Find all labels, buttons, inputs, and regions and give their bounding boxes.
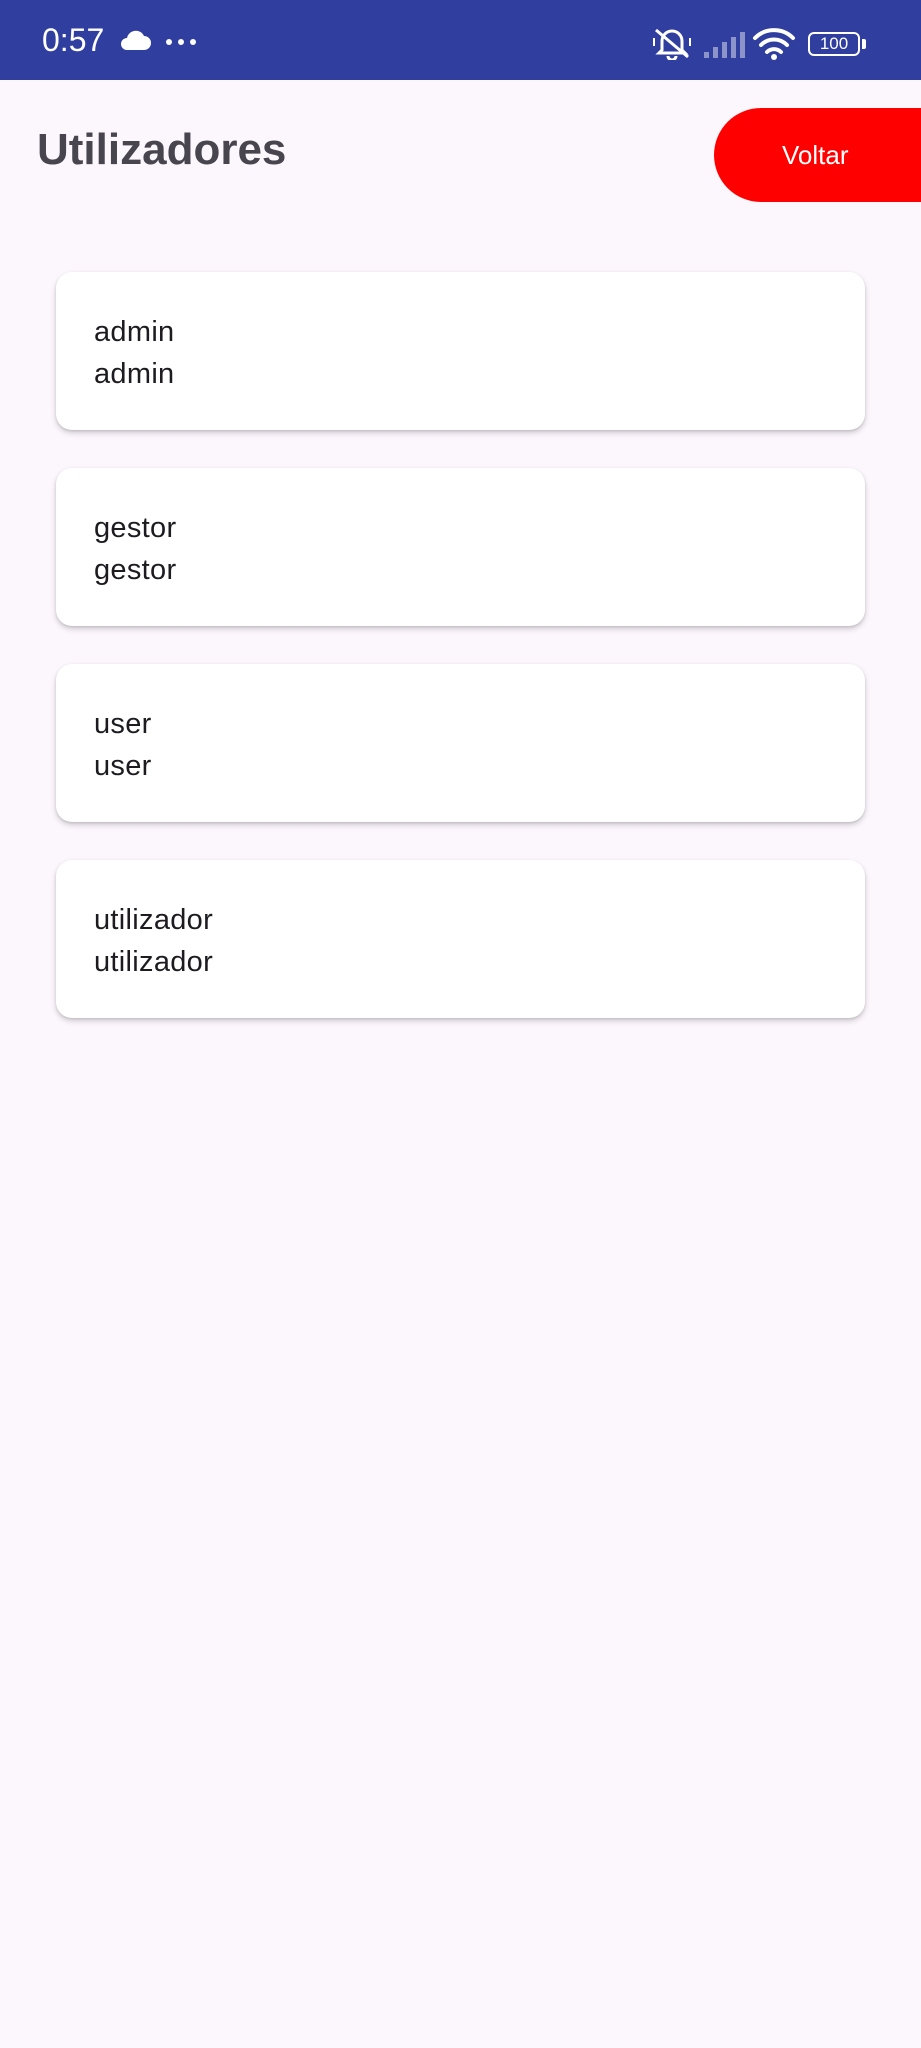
more-dots-icon <box>166 39 196 45</box>
user-card-gestor[interactable]: gestor gestor <box>56 468 865 626</box>
user-role: admin <box>94 358 175 390</box>
page-title: Utilizadores <box>37 125 287 174</box>
back-button-label: Voltar <box>782 140 849 170</box>
battery-icon: 100 <box>808 32 868 60</box>
user-username: utilizador <box>94 904 214 936</box>
user-username: user <box>94 708 152 740</box>
status-time: 0:57 <box>42 22 105 58</box>
user-role: user <box>94 750 152 782</box>
status-bar: 0:57 100 <box>0 0 921 80</box>
user-username: admin <box>94 316 175 348</box>
user-username: gestor <box>94 512 177 544</box>
user-card-utilizador[interactable]: utilizador utilizador <box>56 860 865 1018</box>
cloud-icon <box>121 30 151 50</box>
users-screen: 0:57 100 Utilizadores Voltar admin admin… <box>0 0 921 2048</box>
user-card-user[interactable]: user user <box>56 664 865 822</box>
battery-level: 100 <box>808 32 860 56</box>
mute-icon <box>653 28 691 60</box>
user-card-admin[interactable]: admin admin <box>56 272 865 430</box>
back-button[interactable]: Voltar <box>714 108 921 202</box>
signal-icon <box>704 32 745 58</box>
user-role: gestor <box>94 554 177 586</box>
user-list: admin admin gestor gestor user user util… <box>56 272 865 1056</box>
wifi-icon <box>753 28 795 60</box>
user-role: utilizador <box>94 946 214 978</box>
